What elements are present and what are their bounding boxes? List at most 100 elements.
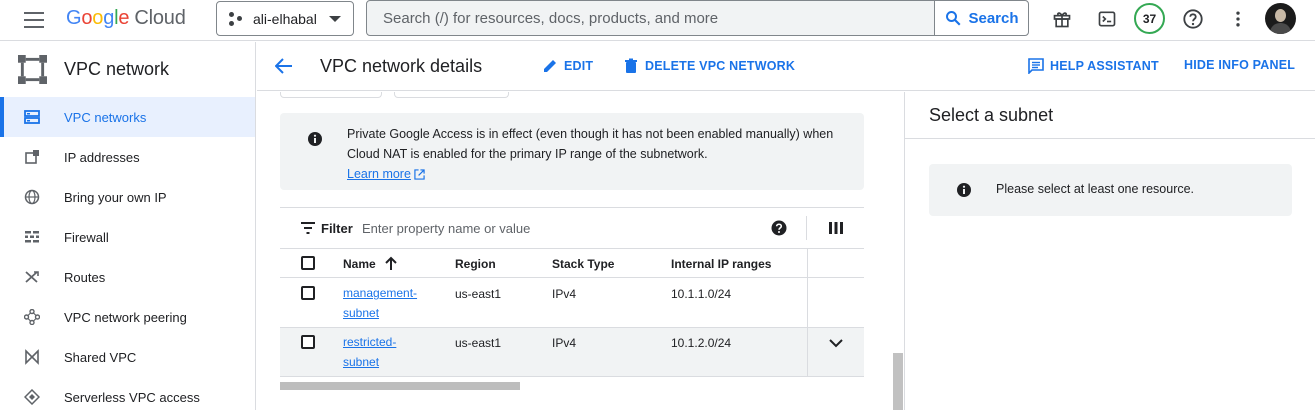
column-header-stack-type[interactable]: Stack Type <box>552 257 614 271</box>
search-button-label: Search <box>968 9 1019 27</box>
sidebar-item-label: VPC network peering <box>64 309 187 325</box>
region-cell: us-east1 <box>455 336 502 350</box>
edit-label: EDIT <box>564 59 594 73</box>
table-row[interactable]: management-subnet us-east1 IPv4 10.1.1.0… <box>280 279 864 328</box>
info-panel: Select a subnet Please select at least o… <box>904 92 1315 410</box>
ip-range-cell: 10.1.1.0/24 <box>671 287 732 301</box>
gift-icon[interactable] <box>1049 6 1075 32</box>
vertical-scrollbar-thumb[interactable] <box>893 353 903 410</box>
sidebar-item-label: Shared VPC <box>64 349 137 365</box>
sidebar-item-byoip[interactable]: Bring your own IP <box>0 177 255 217</box>
project-selector[interactable]: ali-elhabal <box>216 1 354 36</box>
region-cell: us-east1 <box>455 287 502 301</box>
horizontal-scrollbar[interactable] <box>280 382 864 392</box>
delete-label: DELETE VPC NETWORK <box>645 59 796 73</box>
ip-addresses-icon <box>25 150 39 164</box>
page-header: VPC network details EDIT DELETE VPC NETW… <box>257 42 1315 91</box>
filter-input[interactable] <box>362 216 742 240</box>
search-button[interactable]: Search <box>934 1 1028 35</box>
sidebar-item-label: Bring your own IP <box>64 189 167 205</box>
search-bar: Search <box>366 0 1029 36</box>
top-bar: GoogleCloud ali-elhabal Search 37 <box>0 0 1315 41</box>
shared-vpc-icon <box>25 349 39 365</box>
filter-bar: Filter <box>280 208 864 249</box>
chat-icon <box>1028 58 1044 74</box>
info-panel-title: Select a subnet <box>929 105 1054 125</box>
row-checkbox[interactable] <box>301 335 315 349</box>
delete-vpc-button[interactable]: DELETE VPC NETWORK <box>623 58 795 74</box>
chevron-down-icon[interactable] <box>828 337 844 349</box>
sidebar-item-label: Firewall <box>64 229 109 245</box>
firewall-icon <box>25 231 39 243</box>
column-display-icon[interactable] <box>829 222 843 234</box>
toolbar-divider <box>806 216 807 240</box>
sidebar-item-label: IP addresses <box>64 149 140 165</box>
back-arrow-icon[interactable] <box>275 57 293 75</box>
sidebar-item-firewall[interactable]: Firewall <box>0 217 255 257</box>
external-link-icon <box>414 168 425 180</box>
horizontal-scrollbar-thumb[interactable] <box>280 382 520 390</box>
hide-info-panel-button[interactable]: HIDE INFO PANEL <box>1184 58 1295 72</box>
edit-button[interactable]: EDIT <box>542 58 593 74</box>
main-content: Private Google Access is in effect (even… <box>257 92 903 410</box>
partial-button-right[interactable] <box>394 92 509 98</box>
sidebar-item-ip-addresses[interactable]: IP addresses <box>0 137 255 177</box>
avatar[interactable] <box>1265 3 1296 34</box>
column-header-name[interactable]: Name <box>343 257 376 271</box>
google-cloud-logo[interactable]: Google Cloud <box>66 7 186 30</box>
notifications-badge[interactable]: 37 <box>1134 3 1165 34</box>
private-access-notice: Private Google Access is in effect (even… <box>280 113 864 190</box>
sidebar-item-serverless-vpc[interactable]: Serverless VPC access <box>0 377 255 410</box>
help-icon[interactable] <box>771 220 787 236</box>
search-icon <box>946 11 961 26</box>
learn-more-link[interactable]: Learn more <box>347 164 425 184</box>
pencil-icon <box>544 60 556 72</box>
row-checkbox[interactable] <box>301 286 315 300</box>
serverless-icon <box>24 389 40 405</box>
info-panel-text: Please select at least one resource. <box>996 182 1195 196</box>
info-panel-header: Select a subnet <box>905 92 1315 139</box>
info-icon <box>957 183 971 197</box>
help-assistant-label: HELP ASSISTANT <box>1050 59 1159 73</box>
select-all-checkbox[interactable] <box>301 256 315 270</box>
help-assistant-button[interactable]: HELP ASSISTANT <box>1028 58 1159 74</box>
sidebar-item-routes[interactable]: Routes <box>0 257 255 297</box>
column-header-ip-ranges[interactable]: Internal IP ranges <box>671 257 771 271</box>
vpc-networks-icon <box>24 110 40 124</box>
sidebar-item-vpc-peering[interactable]: VPC network peering <box>0 297 255 337</box>
info-panel-message: Please select at least one resource. <box>929 164 1292 216</box>
caret-down-icon <box>329 16 341 22</box>
partial-button-left[interactable] <box>280 92 382 98</box>
subnet-name-cell: restricted-subnet <box>343 332 433 372</box>
sidebar-item-vpc-networks[interactable]: VPC networks <box>0 97 255 137</box>
stack-type-cell: IPv4 <box>552 287 577 301</box>
column-divider <box>807 249 808 376</box>
sidebar-header: VPC network <box>0 42 255 97</box>
column-header-region[interactable]: Region <box>455 257 496 271</box>
search-input[interactable] <box>367 1 934 35</box>
product-title: VPC network <box>64 59 170 79</box>
subnets-table: Filter Name Region Stack Type Internal I… <box>280 207 864 407</box>
globe-icon <box>24 189 40 205</box>
routes-icon <box>25 271 39 283</box>
notice-body: Private Google Access is in effect (even… <box>347 127 834 161</box>
notice-text: Private Google Access is in effect (even… <box>347 124 847 184</box>
page-title: VPC network details <box>320 56 483 76</box>
menu-icon[interactable] <box>24 12 44 28</box>
subnet-link-restricted[interactable]: restricted-subnet <box>343 335 396 369</box>
subnet-link-management[interactable]: management-subnet <box>343 286 417 320</box>
more-vert-icon[interactable] <box>1225 6 1251 32</box>
vpc-product-icon <box>18 55 47 84</box>
cloud-shell-icon[interactable] <box>1094 6 1120 32</box>
sidebar-item-shared-vpc[interactable]: Shared VPC <box>0 337 255 377</box>
sidebar-item-label: Serverless VPC access <box>64 389 200 405</box>
filter-label: Filter <box>321 221 353 236</box>
filter-icon <box>301 222 315 234</box>
sidebar: VPC network VPC networks IP addresses Br… <box>0 42 256 410</box>
help-icon[interactable] <box>1180 6 1206 32</box>
stack-type-cell: IPv4 <box>552 336 577 350</box>
sidebar-item-label: Routes <box>64 269 106 285</box>
sort-arrow-up-icon[interactable] <box>384 256 398 271</box>
table-row[interactable]: restricted-subnet us-east1 IPv4 10.1.2.0… <box>280 328 864 377</box>
subnet-name-cell: management-subnet <box>343 283 433 323</box>
